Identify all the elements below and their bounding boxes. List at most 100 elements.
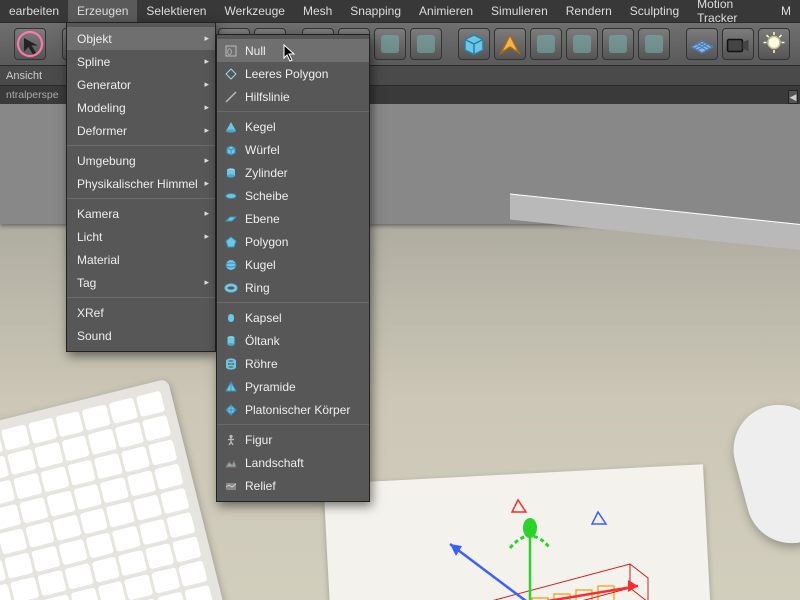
- submenu-item-label: Ring: [245, 281, 270, 295]
- menu-animieren[interactable]: Animieren: [410, 0, 482, 22]
- menu-item-deformer[interactable]: Deformer▸: [67, 119, 215, 142]
- submenu-item-würfel[interactable]: Würfel: [217, 138, 369, 161]
- submenu-item-label: Zylinder: [245, 166, 288, 180]
- arrow-tool[interactable]: [14, 28, 46, 60]
- submenu-item-kegel[interactable]: Kegel: [217, 115, 369, 138]
- menu-item-licht[interactable]: Licht ▸: [67, 225, 215, 248]
- menu-item-kamera[interactable]: Kamera▸: [67, 202, 215, 225]
- submenu-arrow-icon: ▸: [204, 277, 209, 288]
- subdivide-tool[interactable]: [530, 28, 562, 60]
- submenu-item-relief[interactable]: Relief: [217, 474, 369, 497]
- landscape-icon: [223, 455, 239, 471]
- desk-keyboard: [0, 379, 225, 600]
- primitive-cube[interactable]: [458, 28, 490, 60]
- submenu-item-label: Kapsel: [245, 311, 282, 325]
- submenu-item-scheibe[interactable]: Scheibe: [217, 184, 369, 207]
- submenu-item-öltank[interactable]: Öltank: [217, 329, 369, 352]
- submenu-item-label: Kegel: [245, 120, 276, 134]
- menu-item-label: Physikalischer Himmel: [77, 177, 198, 191]
- submenu-item-label: Öltank: [245, 334, 280, 348]
- menu-item-spline[interactable]: Spline ▸: [67, 50, 215, 73]
- submenu-item-pyramide[interactable]: Pyramide: [217, 375, 369, 398]
- menu-selektieren[interactable]: Selektieren: [137, 0, 215, 22]
- menu-m[interactable]: M: [772, 0, 800, 22]
- menu-item-physikalischer-himmel[interactable]: Physikalischer Himmel ▸: [67, 172, 215, 195]
- menu-item-label: Umgebung: [77, 154, 136, 168]
- figure-icon: [223, 432, 239, 448]
- submenu-item-label: Relief: [245, 479, 276, 493]
- menu-item-label: Kamera: [77, 207, 119, 221]
- cube-icon: [223, 142, 239, 158]
- submenu-item-leeres-polygon[interactable]: Leeres Polygon: [217, 62, 369, 85]
- menu-item-modeling[interactable]: Modeling▸: [67, 96, 215, 119]
- autokey-timeline[interactable]: [374, 28, 406, 60]
- relief-icon: [223, 478, 239, 494]
- menu-item-tag[interactable]: Tag▸: [67, 271, 215, 294]
- array-tool[interactable]: [638, 28, 670, 60]
- submenu-item-label: Pyramide: [245, 380, 296, 394]
- pyramid-icon: [223, 379, 239, 395]
- menu-item-umgebung[interactable]: Umgebung ▸: [67, 149, 215, 172]
- menu-item-label: Spline: [77, 55, 110, 69]
- submenu-item-hilfslinie[interactable]: Hilfslinie: [217, 85, 369, 108]
- menu-item-label: Sound: [77, 329, 112, 343]
- submenu-arrow-icon: ▸: [204, 125, 209, 136]
- submenu-item-platonischer-körper[interactable]: Platonischer Körper: [217, 398, 369, 421]
- light-tool[interactable]: [758, 28, 790, 60]
- menu-earbeiten[interactable]: earbeiten: [0, 0, 68, 22]
- submenu-item-label: Scheibe: [245, 189, 288, 203]
- floor-grid[interactable]: [686, 28, 718, 60]
- tube-icon: [223, 356, 239, 372]
- submenu-arrow-icon: ▸: [204, 79, 209, 90]
- camera-tool[interactable]: [722, 28, 754, 60]
- submenu-item-kapsel[interactable]: Kapsel: [217, 306, 369, 329]
- desk-mouse: [723, 395, 800, 554]
- menu-item-label: Objekt: [77, 32, 112, 46]
- menu-erzeugen[interactable]: Erzeugen: [68, 0, 137, 22]
- menu-rendern[interactable]: Rendern: [557, 0, 621, 22]
- submenu-item-röhre[interactable]: Röhre: [217, 352, 369, 375]
- menu-item-generator[interactable]: Generator▸: [67, 73, 215, 96]
- menu-item-objekt[interactable]: Objekt ▸: [67, 27, 215, 50]
- submenu-item-label: Röhre: [245, 357, 278, 371]
- submenu-item-ebene[interactable]: Ebene: [217, 207, 369, 230]
- menu-item-xref[interactable]: XRef: [67, 301, 215, 324]
- submenu-arrow-icon: ▸: [204, 231, 209, 242]
- submenu-item-polygon[interactable]: Polygon: [217, 230, 369, 253]
- submenu-item-kugel[interactable]: Kugel: [217, 253, 369, 276]
- settings-timeline[interactable]: [410, 28, 442, 60]
- pen-tool[interactable]: [494, 28, 526, 60]
- menu-simulieren[interactable]: Simulieren: [482, 0, 557, 22]
- polygon-icon: [223, 234, 239, 250]
- menu-item-label: Material: [77, 253, 120, 267]
- desk-paper: [323, 464, 716, 600]
- side-panel-toggle[interactable]: ◀: [788, 90, 798, 104]
- submenu-item-label: Landschaft: [245, 456, 304, 470]
- menubar: earbeitenErzeugenSelektierenWerkzeugeMes…: [0, 0, 800, 22]
- submenu-item-figur[interactable]: Figur: [217, 428, 369, 451]
- panel-title-label: Ansicht: [6, 70, 42, 82]
- menu-motion tracker[interactable]: Motion Tracker: [688, 0, 772, 22]
- guide-icon: [223, 89, 239, 105]
- menu-item-label: XRef: [77, 306, 104, 320]
- submenu-arrow-icon: ▸: [204, 33, 209, 44]
- menu-sculpting[interactable]: Sculpting: [621, 0, 688, 22]
- create-menu: Objekt▸Spline▸Generator▸Modeling▸Deforme…: [66, 22, 216, 352]
- submenu-arrow-icon: ▸: [204, 178, 209, 189]
- menu-item-material[interactable]: Material: [67, 248, 215, 271]
- deformer-tool[interactable]: [602, 28, 634, 60]
- menu-item-sound[interactable]: Sound: [67, 324, 215, 347]
- submenu-item-ring[interactable]: Ring: [217, 276, 369, 299]
- submenu-arrow-icon: ▸: [204, 56, 209, 67]
- sphere-icon: [223, 257, 239, 273]
- cone-icon: [223, 119, 239, 135]
- menu-item-label: Licht: [77, 230, 102, 244]
- menu-snapping[interactable]: Snapping: [341, 0, 410, 22]
- menu-werkzeuge[interactable]: Werkzeuge: [215, 0, 293, 22]
- submenu-item-landschaft[interactable]: Landschaft: [217, 451, 369, 474]
- submenu-arrow-icon: ▸: [204, 155, 209, 166]
- effector-tool[interactable]: [566, 28, 598, 60]
- menu-mesh[interactable]: Mesh: [294, 0, 341, 22]
- null-icon: 0: [223, 43, 239, 59]
- submenu-item-zylinder[interactable]: Zylinder: [217, 161, 369, 184]
